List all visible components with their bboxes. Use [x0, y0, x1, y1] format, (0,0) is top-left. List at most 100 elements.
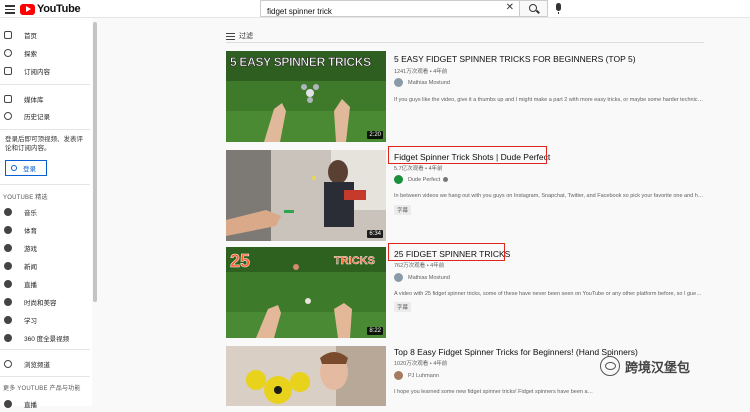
- video-meta: 5.7亿次观看 • 4年前: [394, 166, 443, 172]
- watermark: 跨境汉堡包: [600, 356, 690, 376]
- search-box[interactable]: ✕: [260, 0, 520, 19]
- hamburger-menu-icon[interactable]: [4, 3, 16, 15]
- caption-badge: 字幕: [394, 205, 412, 215]
- top-bar: YouTube ✕: [0, 0, 750, 19]
- sidebar-item-sports[interactable]: 体育: [0, 221, 92, 238]
- video-meta: 1020万次观看 • 4年前: [394, 361, 448, 367]
- filter-icon: [226, 32, 235, 40]
- sidebar-item-library[interactable]: 媒体库: [0, 90, 92, 107]
- video-description: If you guys like the video, give it a th…: [394, 97, 704, 103]
- sports-icon: [4, 225, 12, 234]
- search-button[interactable]: [520, 0, 548, 17]
- sidebar-scrollbar[interactable]: [93, 22, 97, 302]
- sidebar-divider: [0, 84, 90, 85]
- thumbnail-text: 5 EASY SPINNER TRICKS: [230, 55, 372, 70]
- sidebar-item-gaming[interactable]: 游戏: [0, 239, 92, 256]
- sidebar-item-live-bottom[interactable]: 直播: [0, 395, 92, 412]
- filter-label: 过滤: [239, 33, 253, 40]
- subscriptions-icon: [4, 66, 12, 75]
- music-icon: [4, 207, 12, 216]
- search-input[interactable]: [261, 4, 491, 19]
- video-title[interactable]: 5 EASY FIDGET SPINNER TRICKS FOR BEGINNE…: [394, 54, 636, 64]
- verified-icon: [443, 177, 449, 182]
- sidebar-item-explore[interactable]: 探索: [0, 44, 92, 61]
- sidebar-item-label: 新闻: [24, 263, 37, 271]
- channel-name: PJ Luhmann: [408, 372, 439, 379]
- sidebar-item-label: 360 度全景视频: [24, 335, 70, 343]
- sidebar-item-label: 首页: [24, 32, 37, 40]
- live-icon: [4, 399, 12, 408]
- sidebar-item-live[interactable]: 直播: [0, 275, 92, 292]
- login-button[interactable]: 登录: [5, 160, 47, 176]
- youtube-play-icon: [20, 3, 35, 15]
- video-thumbnail[interactable]: 5 EASY SPINNER TRICKS 2:20: [226, 51, 386, 142]
- sidebar-item-label: 订阅内容: [24, 68, 50, 76]
- video-duration: 2:20: [367, 131, 383, 139]
- sidebar-item-history[interactable]: 历史记录: [0, 107, 92, 124]
- sidebar-item-label: 历史记录: [24, 113, 50, 121]
- search-icon: [529, 4, 537, 12]
- youtube-logo[interactable]: YouTube: [20, 3, 81, 15]
- video-thumbnail[interactable]: 25 TRICKS 8:22: [226, 247, 386, 338]
- sidebar-item-music[interactable]: 音乐: [0, 203, 92, 220]
- thumbnail-image: [226, 150, 386, 241]
- section-title-best: YOUTUBE 精选: [3, 195, 48, 201]
- microphone-icon[interactable]: [556, 3, 561, 14]
- logo-text: YouTube: [37, 3, 81, 15]
- video-description: A video with 25 fidget spinner tricks, s…: [394, 291, 704, 297]
- sidebar-item-label: 体育: [24, 227, 37, 235]
- video-duration: 6:34: [367, 230, 383, 238]
- section-title-more: 更多 YOUTUBE 产品与功能: [3, 386, 81, 392]
- sidebar-item-label: 探索: [24, 50, 37, 58]
- sidebar-item-label: 媒体库: [24, 96, 44, 104]
- clear-search-icon[interactable]: ✕: [506, 2, 514, 13]
- sidebar-item-label: 浏览频道: [24, 361, 50, 369]
- login-label: 登录: [23, 166, 36, 173]
- video-thumbnail[interactable]: 6:34: [226, 150, 386, 241]
- video-description: I hope you learned some new fidget spinn…: [394, 389, 594, 395]
- sidebar-item-label: 学习: [24, 317, 37, 325]
- video-thumbnail[interactable]: [226, 346, 386, 406]
- highlight-box: [388, 243, 505, 261]
- sidebar-item-360[interactable]: 360 度全景视频: [0, 329, 92, 346]
- channel-link[interactable]: PJ Luhmann: [394, 371, 439, 380]
- thumbnail-text: TRICKS: [334, 255, 375, 267]
- sidebar-item-fashion[interactable]: 时尚和美容: [0, 293, 92, 310]
- user-icon: [11, 165, 17, 171]
- gaming-icon: [4, 243, 12, 252]
- channel-link[interactable]: Mathias Mostund: [394, 78, 450, 87]
- sidebar-item-browse-channels[interactable]: 浏览频道: [0, 355, 92, 372]
- results-divider: [226, 42, 704, 43]
- avatar: [394, 175, 403, 184]
- sidebar-item-label: 直播: [24, 401, 37, 409]
- thumbnail-number: 25: [230, 251, 251, 272]
- plus-circle-icon: [4, 359, 12, 368]
- channel-link[interactable]: Dude Perfect: [394, 175, 449, 184]
- avatar: [394, 273, 403, 282]
- caption-badge: 字幕: [394, 302, 412, 312]
- sidebar-item-learning[interactable]: 学习: [0, 311, 92, 328]
- sidebar-item-subscriptions[interactable]: 订阅内容: [0, 62, 92, 79]
- channel-link[interactable]: Mathias Mostund: [394, 273, 450, 282]
- sidebar-item-news[interactable]: 新闻: [0, 257, 92, 274]
- sidebar-item-label: 音乐: [24, 209, 37, 217]
- filter-button[interactable]: 过滤: [226, 31, 253, 41]
- sidebar-item-home[interactable]: 首页: [0, 26, 92, 43]
- thumbnail-image: [226, 346, 386, 406]
- video-meta: 762万次观看 • 4年前: [394, 263, 445, 269]
- history-icon: [4, 111, 12, 120]
- sidebar-divider: [0, 184, 90, 185]
- sidebar-divider: [0, 349, 90, 350]
- learning-icon: [4, 315, 12, 324]
- watermark-text: 跨境汉堡包: [625, 359, 691, 375]
- compass-icon: [4, 48, 12, 57]
- video-description: In between videos we hang out with you g…: [394, 193, 704, 199]
- 360-icon: [4, 333, 12, 342]
- sidebar-divider: [0, 129, 90, 130]
- video-duration: 8:22: [367, 327, 383, 335]
- sidebar-item-label: 时尚和美容: [24, 299, 57, 307]
- channel-name: Dude Perfect: [408, 176, 441, 183]
- highlight-box: [388, 146, 547, 164]
- avatar: [394, 78, 403, 87]
- sidebar-divider: [0, 376, 90, 377]
